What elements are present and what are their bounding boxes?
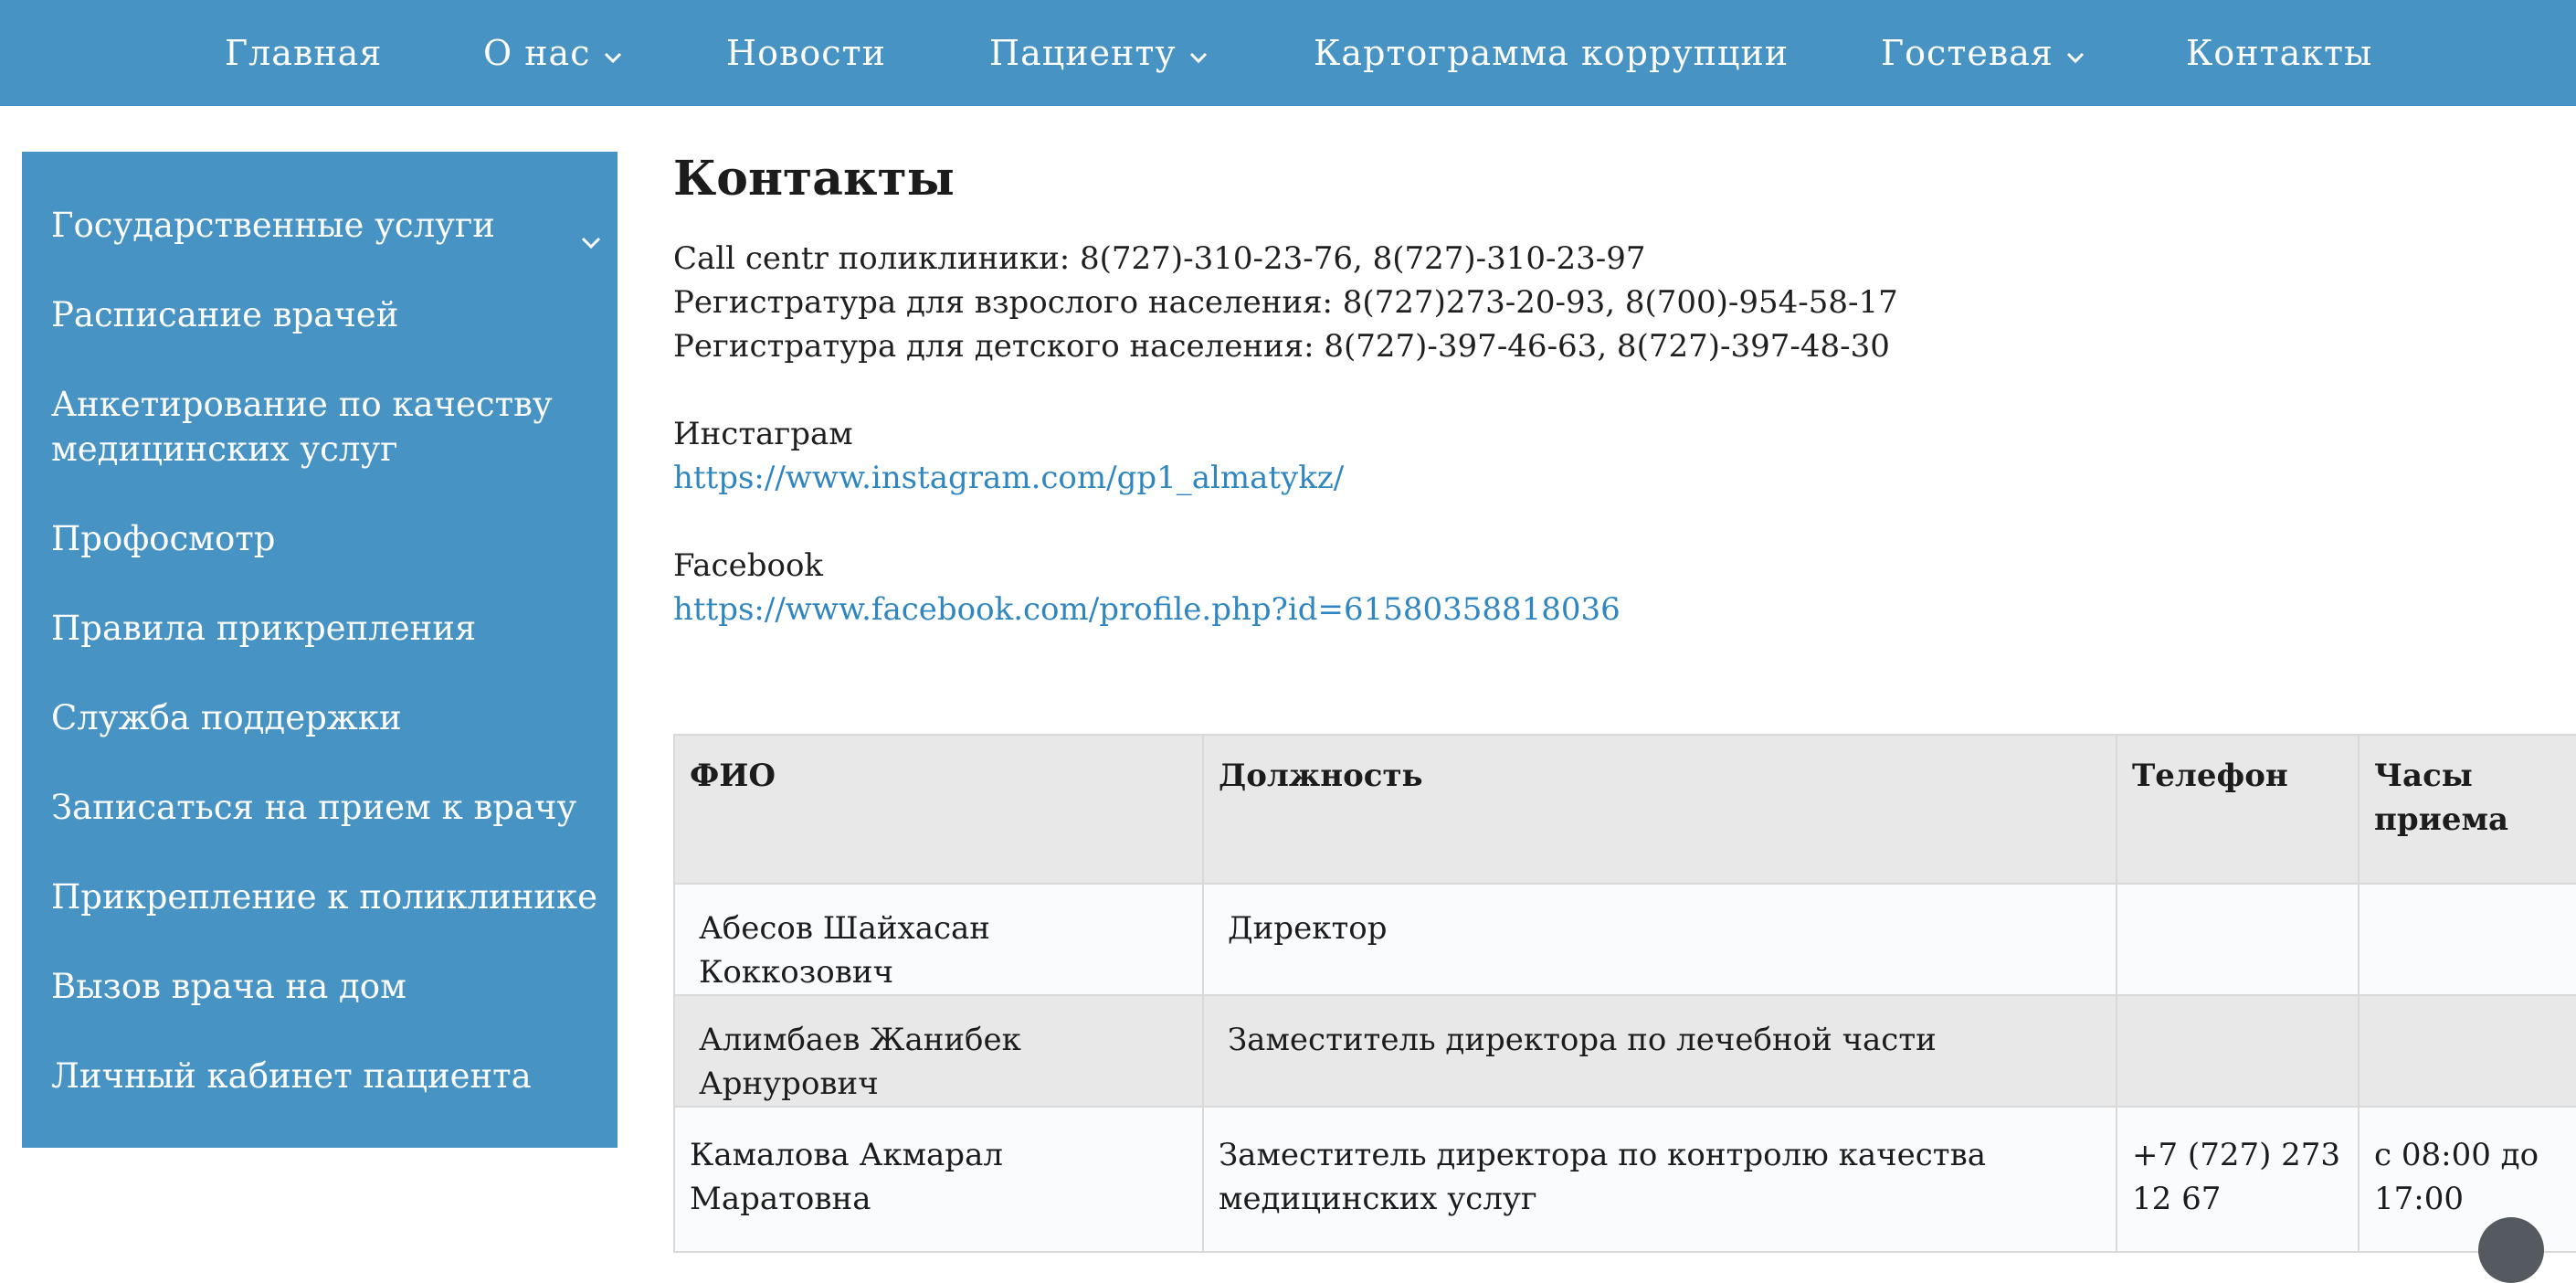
nav-item-contacts[interactable]: Контакты [2186,0,2372,106]
table-header-row: ФИО Должность Телефон Часы приема [673,734,2576,885]
nav-item-about[interactable]: О нас [483,0,622,106]
sidebar-item-label: Вызов врача на дом [51,967,406,1006]
cell-name: Абесов Шайхасан Коккозович [673,883,1204,996]
facebook-line: https://www.facebook.com/profile.php?id=… [673,588,1621,631]
sidebar-item-label: Анкетирование по качеству медицинских ус… [51,385,553,469]
sidebar-item-label: Профосмотр [51,519,276,558]
sidebar-item-label: Правила прикрепления [51,609,477,648]
call-centre-phones: Call centr поликлиники: 8(727)-310-23-76… [673,240,1646,277]
nav-item-label: Картограмма коррупции [1314,33,1789,73]
column-header-position: Должность [1202,734,2117,885]
cell-hours: с 08:00 до 17:00 [2358,1106,2576,1253]
sidebar-item-label: Прикрепление к поликлинике [51,877,597,917]
instagram-label: Инстаграм [673,416,853,452]
sidebar-item-attachment-rules[interactable]: Правила прикрепления [51,606,599,651]
facebook-label: Facebook [673,547,824,584]
cell-hours [2358,994,2576,1108]
sidebar-item-support[interactable]: Служба поддержки [51,695,599,740]
sidebar-item-label: Служба поддержки [51,698,402,737]
chevron-down-icon [2066,0,2085,104]
instagram-line: https://www.instagram.com/gp1_almatykz/ [673,456,1344,500]
sidebar-menu: Государственные услуги Расписание врачей… [22,152,618,1148]
sidebar-item-patient-account[interactable]: Личный кабинет пациента [51,1054,599,1098]
nav-item-label: Пациенту [989,33,1177,73]
chevron-down-icon[interactable] [581,216,601,260]
cell-name: Камалова Акмарал Маратовна [673,1106,1204,1253]
facebook-link[interactable]: https://www.facebook.com/profile.php?id=… [673,591,1621,628]
scroll-to-top-button[interactable] [2478,1217,2544,1283]
sidebar-item-clinic-attachment[interactable]: Прикрепление к поликлинике [51,875,599,919]
sidebar-item-doctor-schedule[interactable]: Расписание врачей [51,292,599,337]
sidebar-item-label: Записаться на прием к врачу [51,788,577,827]
sidebar-item-public-services[interactable]: Государственные услуги [51,203,601,249]
column-header-phone: Телефон [2116,734,2360,885]
nav-item-label: Контакты [2186,33,2373,73]
staff-contacts-table: ФИО Должность Телефон Часы приема Абесов… [673,734,2576,1253]
nav-item-corruption-map[interactable]: Картограмма коррупции [1314,0,1789,106]
sidebar-item-home-visit[interactable]: Вызов врача на дом [51,964,599,1009]
adult-registry-phones: Регистратура для взрослого населения: 8(… [673,284,1898,321]
chevron-down-icon [1189,0,1208,104]
top-navigation: Главная О нас Новости Пациенту Картограм… [0,0,2576,106]
sidebar-item-label: Расписание врачей [51,295,399,334]
sidebar-item-checkup[interactable]: Профосмотр [51,516,599,561]
cell-position: Заместитель директора по контролю качест… [1202,1106,2117,1253]
column-header-hours: Часы приема [2358,734,2576,885]
cell-position: Директор [1202,883,2117,996]
children-registry-phones: Регистратура для детского населения: 8(7… [673,328,1890,365]
nav-item-label: Гостевая [1881,33,2053,73]
nav-item-news[interactable]: Новости [726,0,886,106]
nav-item-label: О нас [483,33,591,73]
column-header-name: ФИО [673,734,1204,885]
sidebar-item-label: Государственные услуги [51,206,495,245]
cell-position: Заместитель директора по лечебной части [1202,994,2117,1108]
nav-item-patient[interactable]: Пациенту [989,0,1208,106]
table-row: Камалова Акмарал Маратовна Заместитель д… [673,1106,2576,1253]
table-row: Алимбаев Жанибек Арнурович Заместитель д… [673,994,2576,1108]
sidebar-item-book-appointment[interactable]: Записаться на прием к врачу [51,785,599,830]
cell-phone [2116,883,2360,996]
nav-item-guestbook[interactable]: Гостевая [1881,0,2085,106]
cell-phone [2116,994,2360,1108]
cell-phone: +7 (727) 273 12 67 [2116,1106,2360,1253]
table-row: Абесов Шайхасан Коккозович Директор [673,883,2576,996]
page-title: Контакты [673,151,955,207]
cell-name: Алимбаев Жанибек Арнурович [673,994,1204,1108]
nav-item-label: Главная [225,33,383,73]
chevron-down-icon [604,0,622,104]
instagram-link[interactable]: https://www.instagram.com/gp1_almatykz/ [673,460,1344,496]
sidebar-item-label: Личный кабинет пациента [51,1056,532,1096]
cell-hours [2358,883,2576,996]
sidebar-item-quality-survey[interactable]: Анкетирование по качеству медицинских ус… [51,382,599,472]
nav-item-label: Новости [726,33,886,73]
nav-item-home[interactable]: Главная [225,0,382,106]
